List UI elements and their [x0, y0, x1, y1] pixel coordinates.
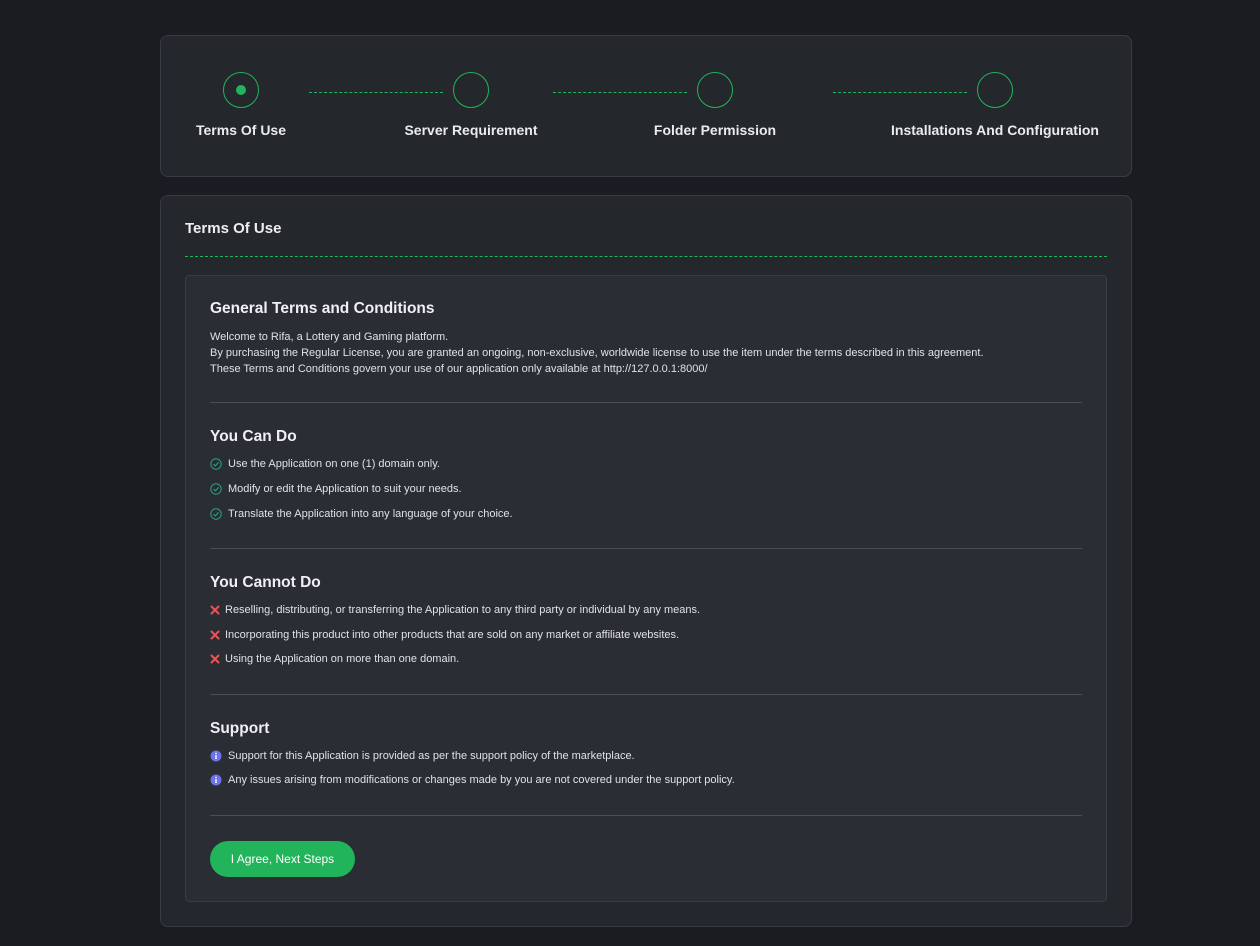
terms-panel: General Terms and Conditions Welcome to …	[185, 275, 1107, 902]
check-circle-icon	[210, 458, 222, 470]
can-do-item: Use the Application on one (1) domain on…	[210, 458, 440, 470]
step-label-terms[interactable]: Terms Of Use	[196, 122, 286, 138]
general-line: Welcome to Rifa, a Lottery and Gaming pl…	[210, 331, 449, 343]
cannot-do-item: Using the Application on more than one d…	[210, 653, 459, 665]
can-do-text: Translate the Application into any langu…	[228, 508, 513, 520]
support-item: Support for this Application is provided…	[210, 750, 635, 762]
step-circle-folder[interactable]	[697, 72, 733, 108]
section-divider	[210, 815, 1082, 816]
general-line: These Terms and Conditions govern your u…	[210, 363, 708, 375]
general-terms-title: General Terms and Conditions	[210, 300, 435, 317]
support-title: Support	[210, 720, 270, 737]
info-circle-icon	[210, 750, 222, 762]
support-text: Any issues arising from modifications or…	[228, 774, 735, 786]
cannot-do-text: Incorporating this product into other pr…	[225, 629, 680, 641]
x-icon	[210, 630, 220, 640]
cannot-do-title: You Cannot Do	[210, 574, 321, 591]
check-circle-icon	[210, 483, 222, 495]
can-do-item: Modify or edit the Application to suit y…	[210, 483, 462, 495]
step-connector	[309, 92, 443, 93]
step-active-dot	[236, 85, 246, 95]
section-divider	[210, 548, 1082, 549]
agree-next-button[interactable]: I Agree, Next Steps	[210, 841, 355, 877]
general-line: By purchasing the Regular License, you a…	[210, 347, 984, 359]
section-divider	[210, 402, 1082, 403]
step-label-server[interactable]: Server Requirement	[404, 122, 537, 138]
page-title: Terms Of Use	[185, 220, 282, 237]
support-text: Support for this Application is provided…	[228, 750, 635, 762]
general-terms-text: Welcome to Rifa, a Lottery and Gaming pl…	[210, 329, 984, 377]
step-circle-server[interactable]	[453, 72, 489, 108]
step-circle-installation[interactable]	[977, 72, 1013, 108]
stepper-card: Terms Of Use Server Requirement Folder P…	[160, 35, 1132, 177]
can-do-item: Translate the Application into any langu…	[210, 508, 513, 520]
cannot-do-item: Incorporating this product into other pr…	[210, 629, 679, 641]
terms-card: Terms Of Use General Terms and Condition…	[160, 195, 1132, 927]
section-divider	[210, 694, 1082, 695]
can-do-text: Use the Application on one (1) domain on…	[228, 458, 440, 470]
cannot-do-item: Reselling, distributing, or transferring…	[210, 604, 700, 616]
x-icon	[210, 605, 220, 615]
x-icon	[210, 654, 220, 664]
can-do-text: Modify or edit the Application to suit y…	[228, 483, 462, 495]
step-label-folder[interactable]: Folder Permission	[654, 122, 776, 138]
cannot-do-text: Using the Application on more than one d…	[225, 653, 460, 665]
check-circle-icon	[210, 508, 222, 520]
step-connector	[553, 92, 687, 93]
support-item: Any issues arising from modifications or…	[210, 774, 735, 786]
title-divider	[185, 256, 1107, 257]
info-circle-icon	[210, 774, 222, 786]
can-do-title: You Can Do	[210, 428, 297, 445]
cannot-do-text: Reselling, distributing, or transferring…	[225, 604, 701, 616]
step-label-installation[interactable]: Installations And Configuration	[891, 122, 1099, 138]
step-circle-terms[interactable]	[223, 72, 259, 108]
step-connector	[833, 92, 967, 93]
